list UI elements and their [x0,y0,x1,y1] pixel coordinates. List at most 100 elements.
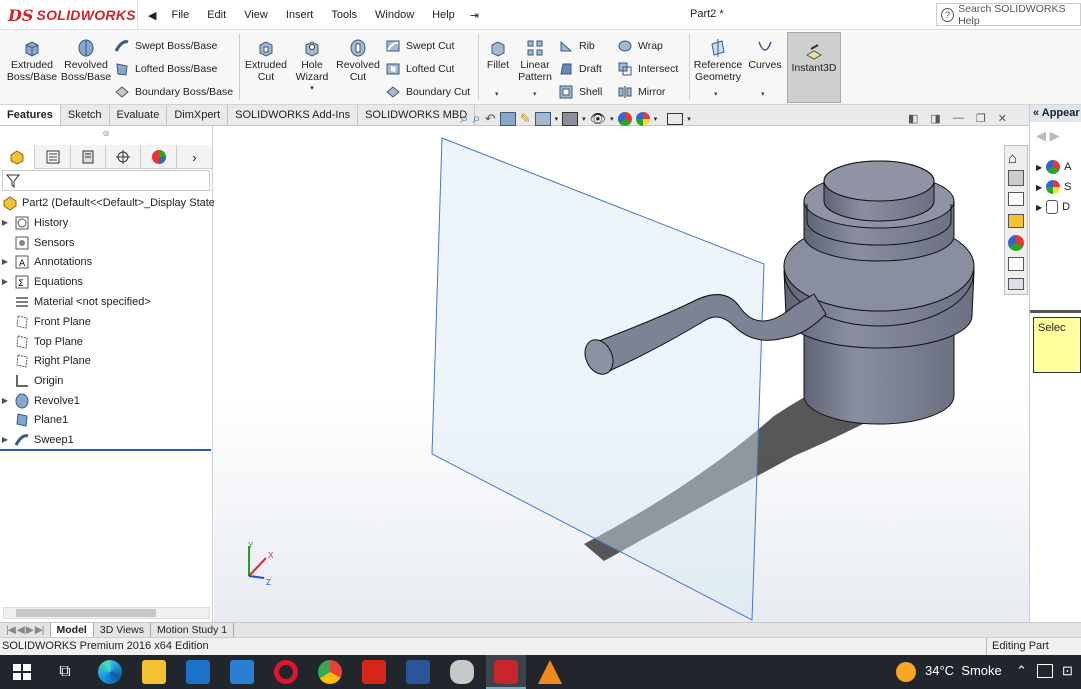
horizontal-scrollbar[interactable] [3,607,210,619]
menu-file[interactable]: File [162,9,198,21]
pin-icon[interactable]: ⇥ [464,9,485,22]
tab-dimxpert[interactable]: DimXpert [167,105,229,125]
expand-icon[interactable]: ▶ [0,257,10,266]
swept-boss-button[interactable]: Swept Boss/Base [114,38,217,54]
apply-scene-caret[interactable]: ▾ [654,115,658,123]
previous-view-icon[interactable]: ↶ [485,111,496,127]
apply-scene-icon[interactable] [635,111,650,126]
appearances-tab-icon[interactable] [1008,235,1024,251]
curves-caret[interactable]: ▾ [761,90,765,98]
fillet-button[interactable]: Fillet [483,38,513,72]
rib-button[interactable]: Rib [558,38,595,54]
lofted-cut-button[interactable]: Lofted Cut [385,61,454,77]
mail-icon[interactable] [230,660,254,684]
dimxpert-manager-tab[interactable] [106,145,142,169]
tab-model[interactable]: Model [50,623,94,637]
zoom-area-icon[interactable]: ⌕ [472,110,480,127]
tree-item-top-plane[interactable]: Top Plane [0,332,83,351]
zoom-to-fit-icon[interactable]: ⌕ [460,110,468,127]
view-orientation-icon[interactable] [534,111,551,126]
linear-pattern-caret[interactable]: ▾ [533,90,537,98]
extruded-cut-button[interactable]: Extruded Cut [243,38,289,83]
tab-sketch[interactable]: Sketch [61,105,110,125]
tree-filter-input[interactable] [2,170,210,191]
swept-cut-button[interactable]: Swept Cut [385,38,454,54]
tp-item-a[interactable]: ▶ A [1036,160,1072,174]
tab-3d-views[interactable]: 3D Views [94,623,152,637]
acrobat-icon[interactable] [362,660,386,684]
custom-properties-icon[interactable] [1008,257,1024,271]
revolved-cut-button[interactable]: Revolved Cut [335,38,381,83]
viewport-minimize-icon[interactable]: — [953,112,964,125]
tp-item-d[interactable]: ▶ D [1036,200,1070,214]
fm-scroll-right[interactable]: › [177,145,212,169]
graphics-area[interactable] [214,126,1029,622]
hole-wizard-button[interactable]: Hole Wizard ▾ [290,38,334,95]
tree-item-revolve1[interactable]: ▶ Revolve1 [0,391,80,410]
draft-button[interactable]: Draft [558,61,602,77]
windows-start-icon[interactable] [10,660,34,684]
extruded-boss-button[interactable]: Extruded Boss/Base [6,38,58,83]
view-settings-icon[interactable] [667,112,684,125]
tree-item-material[interactable]: Material <not specified> [0,292,151,311]
expand-icon[interactable]: ▶ [0,435,10,444]
viewport-next-icon[interactable]: ◨ [930,112,940,125]
menu-edit[interactable]: Edit [198,9,235,21]
file-explorer-icon[interactable] [1008,192,1024,206]
rollback-bar[interactable] [0,449,211,451]
menu-collapse-icon[interactable]: ◀ [142,9,162,22]
reference-geometry-caret[interactable]: ▾ [714,90,718,98]
solidworks-logo[interactable]: DS SOLIDWORKS [0,0,138,30]
home-icon[interactable]: ⌂ [1008,150,1017,167]
edge-icon[interactable] [98,660,122,684]
tree-item-front-plane[interactable]: Front Plane [0,312,91,331]
view-orientation-caret[interactable]: ▾ [555,115,559,123]
tab-evaluate[interactable]: Evaluate [110,105,168,125]
task-view-icon[interactable]: ⧉ [53,660,77,684]
expand-icon[interactable]: ▶ [0,218,10,227]
instant3d-button[interactable]: Instant3D [787,32,841,103]
tree-item-sweep1[interactable]: ▶ Sweep1 [0,430,74,449]
hide-show-caret[interactable]: ▾ [610,115,614,123]
menu-window[interactable]: Window [366,9,423,21]
store-icon[interactable] [186,660,210,684]
tree-item-sensors[interactable]: Sensors [0,233,74,252]
fillet-caret[interactable]: ▾ [495,90,499,98]
notification-icon[interactable] [1037,664,1053,678]
tab-addins[interactable]: SOLIDWORKS Add-Ins [228,105,359,125]
appearances-header[interactable]: « Appear [1030,105,1081,122]
linear-pattern-button[interactable]: Linear Pattern [515,38,555,83]
edit-appearance-icon[interactable] [617,111,632,126]
panel-resize-handle[interactable]: ⦾ [103,129,109,139]
reference-geometry-button[interactable]: Reference Geometry [693,38,743,83]
word-icon[interactable] [406,660,430,684]
menu-insert[interactable]: Insert [277,9,323,21]
viewport-restore-icon[interactable]: ❐ [976,112,986,125]
menu-view[interactable]: View [235,9,277,21]
chrome-icon[interactable] [318,660,342,684]
tree-item-equations[interactable]: ▶ Σ Equations [0,272,83,291]
display-style-icon[interactable] [562,111,579,126]
lofted-boss-button[interactable]: Lofted Boss/Base [114,61,217,77]
display-style-caret[interactable]: ▾ [582,115,586,123]
view-palette-icon[interactable] [1008,214,1024,228]
expand-icon[interactable]: ▶ [0,396,10,405]
weather-icon[interactable] [896,662,916,682]
viewport-prev-icon[interactable]: ◧ [908,112,918,125]
shell-button[interactable]: Shell [558,84,602,100]
tab-motion-study[interactable]: Motion Study 1 [151,623,235,637]
tp-back-icon[interactable]: ◀ ▶ [1036,128,1060,144]
tree-root[interactable]: Part2 (Default<<Default>_Display State [2,193,215,212]
tree-item-right-plane[interactable]: Right Plane [0,351,91,370]
configuration-manager-tab[interactable] [71,145,107,169]
section-view-icon[interactable] [499,111,516,126]
tab-scroll-icons[interactable]: |◀ ◀ ▶ ▶| [0,623,51,637]
tree-item-plane1[interactable]: Plane1 [0,410,68,429]
revolved-boss-button[interactable]: Revolved Boss/Base [60,38,112,83]
tree-item-annotations[interactable]: ▶ A Annotations [0,252,92,271]
solidworks-taskbar-item[interactable] [486,655,526,689]
wrap-button[interactable]: Wrap [617,38,663,54]
view-settings-caret[interactable]: ▾ [687,115,691,123]
hole-wizard-caret[interactable]: ▾ [310,83,314,95]
property-manager-tab[interactable] [35,145,71,169]
